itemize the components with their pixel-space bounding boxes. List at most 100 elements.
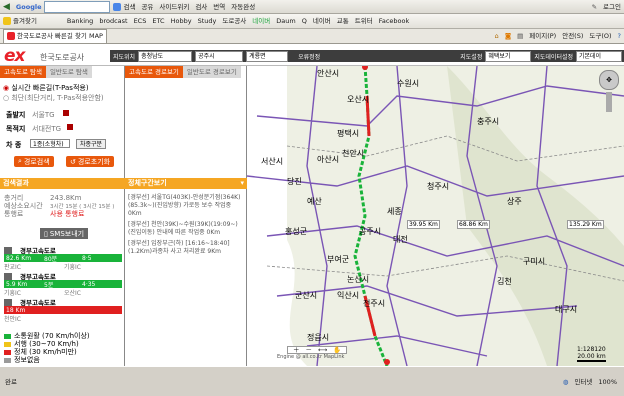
tab-expressway-route[interactable]: 고속도로 경로보기 xyxy=(125,66,183,78)
city-label: 오산시 xyxy=(347,95,370,104)
tool-tools[interactable]: 도구(O) xyxy=(586,30,614,42)
vehicle-select[interactable]: 1종(소형차) xyxy=(30,139,70,148)
destination-marker-icon xyxy=(67,124,73,130)
google-search-input[interactable] xyxy=(44,0,111,13)
city-label: 익산시 xyxy=(337,291,360,300)
destination-field[interactable]: 서대전TG xyxy=(32,124,61,134)
bookmark-ecs[interactable]: ECS xyxy=(131,15,150,27)
scale-ratio: 1:128120 xyxy=(577,346,606,353)
map-data-select[interactable]: 기본데이 xyxy=(576,50,622,62)
back-icon[interactable]: ◀ xyxy=(0,1,13,13)
option-realtime-label: 실시간 빠른길(T-Pas적용) xyxy=(11,84,89,92)
collapse-icon[interactable]: ▾ xyxy=(240,178,244,189)
bookmark-kec[interactable]: 도로공사 xyxy=(219,15,249,27)
legend-item: 정보없음 xyxy=(4,356,90,364)
bookmark-q[interactable]: Q xyxy=(299,15,310,27)
tool-safety[interactable]: 안전(S) xyxy=(559,30,586,42)
hand-icon[interactable]: ✋ xyxy=(330,344,344,356)
tab-local-route[interactable]: 일반도로 경로보기 xyxy=(182,66,241,78)
help-icon[interactable]: ? xyxy=(615,30,624,42)
city-label: 청주시 xyxy=(427,182,450,191)
home-icon[interactable]: ⌂ xyxy=(492,30,502,42)
distance-label: 135.29 Km xyxy=(567,220,604,229)
origin-field[interactable]: 서울TG xyxy=(32,110,55,120)
city-label: 구미시 xyxy=(523,257,546,266)
bookmark-naver[interactable]: 네이버 xyxy=(249,15,273,27)
toolbar-item-check[interactable]: 검사 xyxy=(192,1,210,13)
zoom-level[interactable]: 100% xyxy=(595,376,620,388)
city-select[interactable]: 공주시 xyxy=(195,50,244,62)
bookmark-study[interactable]: Study xyxy=(195,15,220,27)
congestion-item[interactable]: [경부선] 입장부근(하) [16:16~18:40](1.2Km)과종차 사고… xyxy=(128,240,245,256)
toolbar-item-autofill[interactable]: 자동완성 xyxy=(228,1,258,13)
vehicle-label: 차 종 xyxy=(6,141,22,149)
map-tool-strip: ＋ － ⟷ ✋ xyxy=(287,344,348,356)
favorites-button[interactable]: 즐겨찾기 xyxy=(0,15,40,27)
bookmark-hobby[interactable]: Hobby xyxy=(168,15,195,27)
search-button[interactable]: 검색 xyxy=(110,1,138,13)
town-select[interactable]: 계룡면 xyxy=(246,50,289,62)
ex-logo[interactable]: ex xyxy=(4,46,25,66)
bookmark-daum[interactable]: Daum xyxy=(273,15,298,27)
map-view[interactable]: 안산시 오산시 평택시 수원시 천안시 아산시 서산시 당진 예산 홍성군 공주… xyxy=(247,66,624,366)
bookmark-brodcast[interactable]: brodcast xyxy=(96,15,130,27)
city-label: 아산시 xyxy=(317,155,340,164)
search-option-1[interactable]: ◉ 실시간 빠른길(T-Pas적용) xyxy=(3,83,89,93)
print-icon[interactable]: ▤ xyxy=(514,30,526,42)
bookmark-naver-2[interactable]: 네이버 xyxy=(310,15,334,27)
rss-icon[interactable]: ◙ xyxy=(502,30,514,42)
bookmark-twitter[interactable]: 트위터 xyxy=(352,15,376,27)
toolbar-item-share[interactable]: 공유 xyxy=(138,1,156,13)
congestion-item[interactable]: [경부선] 서울TG(403K)-안성분기점(364K)(85.3k~)(진입방… xyxy=(128,194,245,218)
star-icon xyxy=(3,17,11,25)
bookmark-facebook[interactable]: Facebook xyxy=(376,15,413,27)
highway-badge-icon xyxy=(4,272,12,280)
segment-sub: 8·5 xyxy=(82,254,92,262)
bookmark-banking[interactable]: Banking xyxy=(64,15,96,27)
segment-from: 천안IC xyxy=(4,316,21,323)
province-select[interactable]: 충청남도 xyxy=(138,50,193,62)
segment-speed: 82.6 Km xyxy=(6,254,32,262)
scale-km: 20.00 km xyxy=(577,353,606,362)
route-segment[interactable]: 경부고속도로 18 Km 천안IC xyxy=(4,298,122,323)
route-reset-button[interactable]: ↺ 경로초기화 xyxy=(66,156,115,167)
search-tabs: 고속도로 탐색 일반도로 탐색 xyxy=(0,66,125,78)
segment-to: 기흥IC xyxy=(64,264,81,271)
legend-label: 정보없음 xyxy=(14,356,40,364)
route-segment[interactable]: 경부고속도로 82.6 Km 80분 8·5 판교IC 기흥IC xyxy=(4,246,122,271)
toolbar-item-translate[interactable]: 번역 xyxy=(210,1,228,13)
map-setting-select[interactable]: 혜택보기 xyxy=(485,50,532,62)
pan-arrows-icon[interactable]: ✥ xyxy=(599,70,619,90)
bookmark-traffic[interactable]: 교통 xyxy=(334,15,352,27)
vehicle-type-button[interactable]: 차종구분 xyxy=(76,139,107,149)
login-link[interactable]: 로그인 xyxy=(600,1,624,13)
route-search-button[interactable]: ⌕ 경로검색 xyxy=(14,156,54,167)
tool-page[interactable]: 페이지(P) xyxy=(526,30,559,42)
city-label: 홍성군 xyxy=(285,227,308,236)
measure-icon[interactable]: ⟷ xyxy=(315,344,330,356)
region-label: 지도위치 xyxy=(113,53,136,61)
result-header: 검색결과 xyxy=(0,178,125,189)
zoom-slider[interactable] xyxy=(606,92,612,112)
segment-route: 경부고속도로 xyxy=(20,299,56,307)
map-pan-control[interactable]: ✥ xyxy=(599,70,619,112)
search-button-label: 검색 xyxy=(123,2,136,11)
city-label: 상주 xyxy=(507,197,522,206)
tab-expressway-search[interactable]: 고속도로 탐색 xyxy=(0,66,46,78)
wrench-icon[interactable]: ✎ xyxy=(589,1,600,13)
zoom-in-icon[interactable]: ＋ xyxy=(290,344,303,356)
route-segment[interactable]: 경부고속도로 5.9 Km 5분 4·35 기흥IC 오산IC xyxy=(4,272,122,297)
toolbar-item-sidewiki[interactable]: 사이드위키 xyxy=(156,1,192,13)
search-option-2[interactable]: ○ 최단(최단거리, T-Pas적용안함) xyxy=(3,93,104,103)
map-scale: 1:128120 20.00 km xyxy=(577,346,606,362)
tab-kec-map[interactable]: 한국도로공사 빠른길 찾기 MAP xyxy=(3,29,107,43)
result-value: 사용 통행료 xyxy=(50,210,85,218)
route-search-panel: 고속도로 탐색 일반도로 탐색 ◉ 실시간 빠른길(T-Pas적용) ○ 최단(… xyxy=(0,66,125,366)
tab-local-road-search[interactable]: 일반도로 탐색 xyxy=(45,66,92,78)
sms-send-button[interactable]: ▯ SMS보내기 xyxy=(40,228,89,239)
zoom-out-icon[interactable]: － xyxy=(303,344,316,356)
city-label: 전주시 xyxy=(363,299,386,308)
congestion-item[interactable]: [경부선] 천안(39K)~수원(39K)(19:09~)(진입이동) 안내에 … xyxy=(128,221,245,237)
error-report-link[interactable]: 오류정정 xyxy=(298,52,320,61)
bookmark-etc[interactable]: ETC xyxy=(149,15,167,27)
